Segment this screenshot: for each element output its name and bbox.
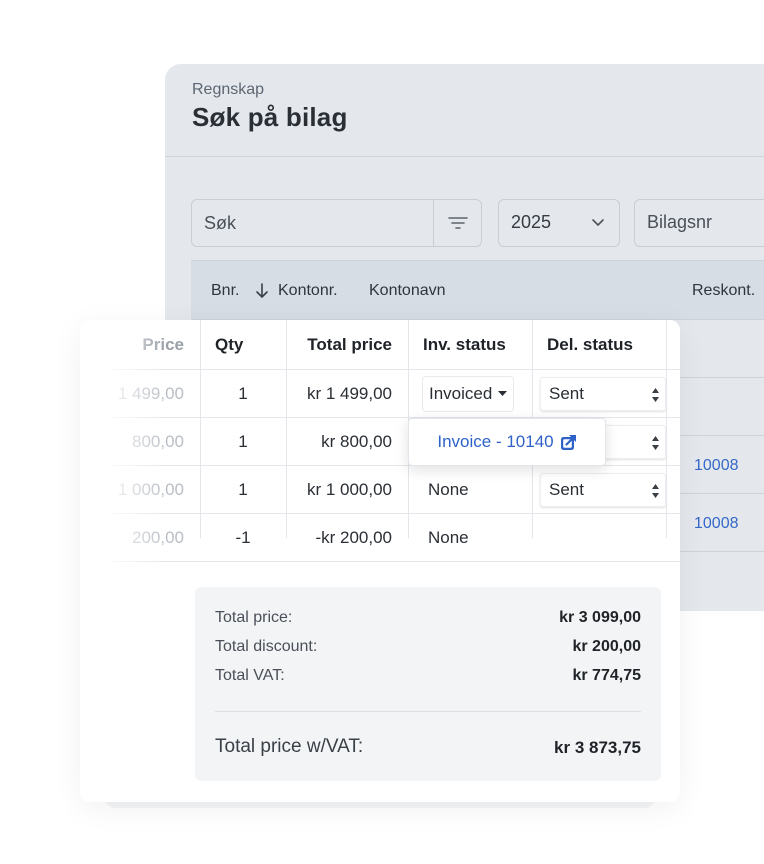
year-value: 2025 [511, 212, 552, 232]
qty-cell: 1 [238, 383, 248, 403]
price-cell: 1 499,00 [117, 383, 184, 403]
column-price: Price [142, 334, 184, 354]
qty-cell: -1 [235, 527, 251, 547]
total-vat-value: kr 774,75 [572, 667, 641, 684]
inv-status-cell: Invoiced [408, 370, 532, 417]
column-divider [200, 320, 201, 538]
summary-divider [215, 711, 641, 712]
total-price-value: kr 3 099,00 [559, 609, 641, 626]
grand-total-value: kr 3 873,75 [554, 738, 641, 757]
column-total-price: Total price [307, 334, 392, 354]
search-box [191, 199, 482, 247]
total-vat-label: Total VAT: [215, 667, 285, 684]
inv-status-cell: None [428, 479, 469, 499]
invoice-link[interactable]: Invoice - 10140 [437, 432, 553, 452]
bilagsnr-placeholder: Bilagsnr [647, 212, 713, 232]
delivery-status-value: Sent [549, 383, 584, 403]
column-inv-status: Inv. status [423, 334, 506, 354]
page-title: Søk på bilag [192, 102, 348, 132]
column-kontonr[interactable]: Kontonr. [278, 282, 338, 300]
del-status-cell [532, 514, 666, 561]
price-cell: 800,00 [132, 431, 184, 451]
year-select[interactable]: 2025 [498, 199, 620, 247]
back-table-header: Bnr. Kontonr. Kontonavn Reskont. [191, 260, 764, 320]
table-row: 1 000,00 1 kr 1 000,00 None Sent [108, 466, 680, 514]
total-price-label: Total price: [215, 609, 293, 626]
total-price-cell: -kr 200,00 [315, 527, 392, 547]
qty-cell: 1 [238, 431, 248, 451]
totals-summary: Total price: kr 3 099,00 Total discount:… [195, 587, 661, 781]
column-del-status: Del. status [547, 334, 633, 354]
qty-cell: 1 [238, 479, 248, 499]
del-status-cell: Sent [532, 466, 666, 513]
inv-status-cell: None [428, 527, 469, 547]
column-bnr[interactable]: Bnr. [211, 282, 239, 300]
summary-grand-total: Total price w/VAT: kr 3 873,75 [215, 736, 641, 758]
table-row: 1 499,00 1 kr 1 499,00 Invoiced Sent [108, 370, 680, 418]
table-row: 200,00 -1 -kr 200,00 None [108, 514, 680, 562]
column-qty: Qty [215, 334, 244, 354]
price-cell: 1 000,00 [117, 479, 184, 499]
total-price-cell: kr 800,00 [321, 431, 392, 451]
del-status-cell: Sent [532, 370, 666, 417]
reskont-link[interactable]: 10008 [694, 515, 739, 533]
price-cell: 200,00 [132, 527, 184, 547]
select-arrows-icon [652, 483, 659, 498]
summary-total-discount: Total discount: kr 200,00 [215, 638, 641, 656]
total-price-cell: kr 1 000,00 [306, 479, 392, 499]
caret-down-icon [498, 390, 508, 396]
summary-total-vat: Total VAT: kr 774,75 [215, 667, 641, 685]
page-header: Regnskap Søk på bilag [165, 64, 764, 157]
arrow-down-icon[interactable] [255, 283, 269, 299]
delivery-status-value: Sent [549, 479, 584, 499]
total-discount-value: kr 200,00 [572, 638, 641, 655]
select-arrows-icon [652, 387, 659, 402]
external-link-icon [560, 434, 576, 450]
column-divider [666, 320, 667, 538]
reskont-link[interactable]: 10008 [694, 457, 739, 475]
total-price-cell: kr 1 499,00 [306, 383, 392, 403]
grand-total-label: Total price w/VAT: [215, 736, 364, 757]
search-input[interactable] [192, 200, 433, 246]
invoice-status-label: Invoiced [429, 383, 493, 403]
delivery-status-select[interactable]: Sent [540, 376, 666, 411]
filter-icon [447, 217, 468, 229]
total-discount-label: Total discount: [215, 638, 318, 655]
select-arrows-icon [652, 435, 659, 450]
breadcrumb: Regnskap [192, 81, 265, 98]
table-header-row: Price Qty Total price Inv. status Del. s… [108, 320, 680, 370]
column-divider [286, 320, 287, 538]
column-reskont[interactable]: Reskont. [692, 282, 755, 300]
delivery-status-select[interactable]: Sent [540, 472, 666, 507]
chevron-down-icon [592, 219, 604, 226]
invoice-status-dropdown[interactable]: Invoiced [422, 375, 515, 412]
invoice-link-popover[interactable]: Invoice - 10140 [408, 418, 606, 466]
bilagsnr-input[interactable]: Bilagsnr [634, 199, 764, 247]
summary-total-price: Total price: kr 3 099,00 [215, 609, 641, 627]
column-kontonavn[interactable]: Kontonavn [369, 282, 446, 300]
filter-button[interactable] [433, 200, 481, 246]
